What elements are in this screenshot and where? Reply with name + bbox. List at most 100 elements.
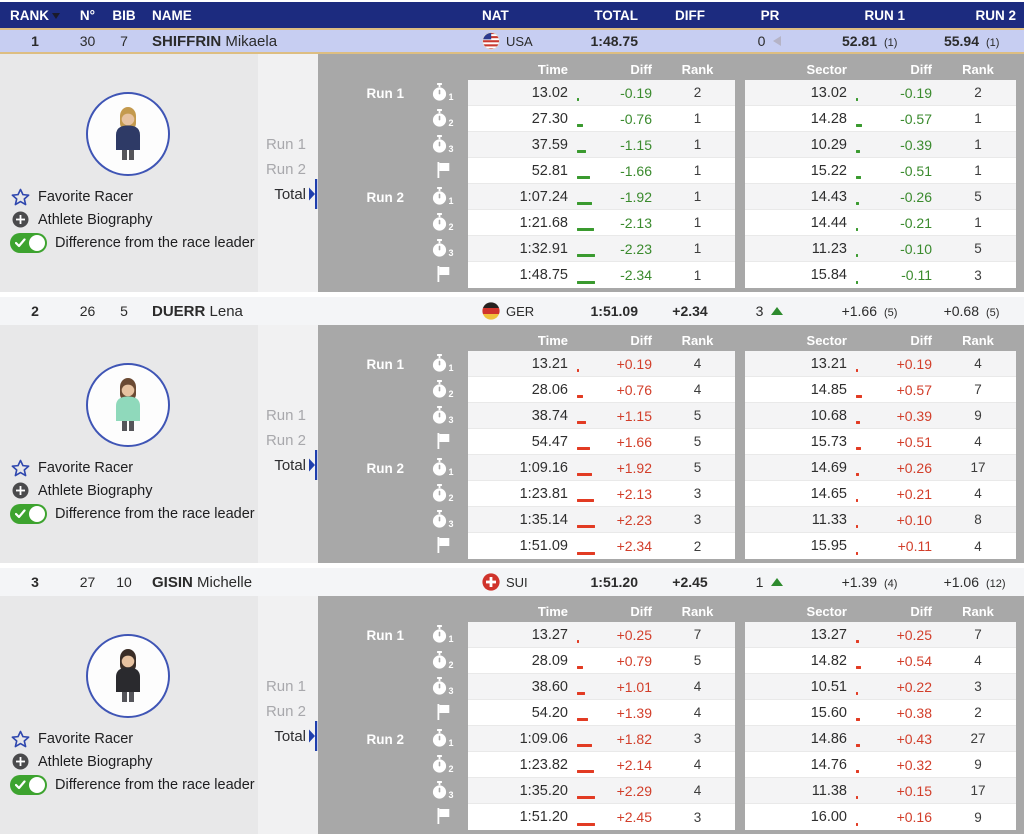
flag-usa-icon <box>482 32 500 50</box>
run-label <box>318 403 418 429</box>
column-header-rank[interactable]: RANK <box>0 8 70 23</box>
sector-diff: +0.43 <box>870 726 940 752</box>
athlete-biography-button[interactable]: Athlete Biography <box>10 482 255 499</box>
athlete-info-panel: Favorite Racer Athlete Biography Differe… <box>0 54 258 292</box>
table-gap <box>735 184 745 210</box>
run-label <box>318 674 418 700</box>
time-diff-bar <box>576 778 595 804</box>
racer-positions-gained: 1 <box>730 574 810 590</box>
racer-bib: 5 <box>120 303 128 319</box>
toggle-on-icon[interactable] <box>10 504 47 524</box>
nav-run2[interactable]: Run 2 <box>266 432 306 449</box>
nav-run1[interactable]: Run 1 <box>266 407 306 424</box>
toggle-on-icon[interactable] <box>10 233 47 253</box>
racer-run2-result: 55.94 (1) <box>943 33 1000 49</box>
pr-collapse-icon <box>772 35 782 47</box>
split-time-diff: -2.34 <box>595 262 660 288</box>
sector-rank: 1 <box>940 106 1016 132</box>
sector-diff: +0.57 <box>870 377 940 403</box>
column-header-run2: RUN 2 <box>975 7 1016 23</box>
sector-diff-bar <box>855 377 870 403</box>
racer-summary-row[interactable]: 1 30 7 SHIFFRIN Mikaela USA 1:48.75 0 52… <box>0 28 1024 54</box>
splits-header-time: Time <box>537 332 568 348</box>
run-label <box>318 377 418 403</box>
nav-total[interactable]: Total <box>274 450 318 480</box>
run-label: Run 2 <box>366 189 404 205</box>
column-header-bib: BIB <box>112 7 136 23</box>
difference-toggle-row[interactable]: Difference from the race leader <box>10 233 255 253</box>
nav-total[interactable]: Total <box>274 179 318 209</box>
split-time-rank: 3 <box>660 804 735 830</box>
sector-rank: 17 <box>940 778 1016 804</box>
racer-total-time: 1:51.09 <box>590 303 638 319</box>
nav-total[interactable]: Total <box>274 721 318 751</box>
splits-table: Time Diff Rank Sector Diff Rank Run 1 1 … <box>318 54 1024 292</box>
athlete-biography-label: Athlete Biography <box>38 753 153 770</box>
time-diff-bar <box>576 262 595 288</box>
split-time-diff: +1.39 <box>595 700 660 726</box>
sector-diff: -0.26 <box>870 184 940 210</box>
run-label <box>318 533 418 559</box>
sector-rank: 5 <box>940 184 1016 210</box>
finish-flag-icon <box>418 262 468 288</box>
sector-time: 15.22 <box>745 158 855 184</box>
sector-time: 14.65 <box>745 481 855 507</box>
athlete-biography-button[interactable]: Athlete Biography <box>10 753 255 770</box>
run-label <box>318 507 418 533</box>
sector-diff-bar <box>855 778 870 804</box>
racer-summary-row[interactable]: 3 27 10 GISIN Michelle SUI 1:51.20 +2.45… <box>0 567 1024 596</box>
favorite-racer-button[interactable]: Favorite Racer <box>10 730 255 748</box>
view-selector: Run 1 Run 2 Total <box>258 325 318 563</box>
time-diff-bar <box>576 429 595 455</box>
split-time-rank: 4 <box>660 700 735 726</box>
split-time: 1:23.82 <box>468 752 576 778</box>
difference-toggle-row[interactable]: Difference from the race leader <box>10 504 255 524</box>
split-time-diff: +2.29 <box>595 778 660 804</box>
split-time-diff: +0.76 <box>595 377 660 403</box>
sector-rank: 3 <box>940 674 1016 700</box>
split-time-diff: -2.23 <box>595 236 660 262</box>
favorite-racer-button[interactable]: Favorite Racer <box>10 188 255 206</box>
favorite-racer-button[interactable]: Favorite Racer <box>10 459 255 477</box>
nav-run2[interactable]: Run 2 <box>266 161 306 178</box>
sector-diff: -0.19 <box>870 80 940 106</box>
pr-up-icon <box>770 577 784 587</box>
racer-name: DUERR Lena <box>152 302 243 320</box>
split-time-rank: 1 <box>660 158 735 184</box>
splits-header-rank: Rank <box>681 332 714 348</box>
athlete-biography-button[interactable]: Athlete Biography <box>10 211 255 228</box>
time-diff-bar <box>576 236 595 262</box>
difference-toggle-row[interactable]: Difference from the race leader <box>10 775 255 795</box>
split-time-diff: +1.01 <box>595 674 660 700</box>
nav-run1[interactable]: Run 1 <box>266 136 306 153</box>
sector-rank: 1 <box>940 210 1016 236</box>
time-diff-bar <box>576 674 595 700</box>
athlete-photo <box>86 92 170 176</box>
sector-diff-bar <box>855 455 870 481</box>
split-time: 1:48.75 <box>468 262 576 288</box>
split-time: 52.81 <box>468 158 576 184</box>
toggle-on-icon[interactable] <box>10 775 47 795</box>
stopwatch-3-icon: 3 <box>418 778 468 804</box>
racer-summary-row[interactable]: 2 26 5 DUERR Lena GER 1:51.09 +2.34 3 +1… <box>0 296 1024 325</box>
split-time-diff: +1.66 <box>595 429 660 455</box>
run-label <box>318 262 418 288</box>
sector-diff: -0.10 <box>870 236 940 262</box>
sector-time: 14.69 <box>745 455 855 481</box>
nav-run1[interactable]: Run 1 <box>266 678 306 695</box>
sector-rank: 4 <box>940 351 1016 377</box>
table-gap <box>735 674 745 700</box>
nav-run2[interactable]: Run 2 <box>266 703 306 720</box>
racer-list: 1 30 7 SHIFFRIN Mikaela USA 1:48.75 0 52… <box>0 28 1024 834</box>
finish-flag-icon <box>418 700 468 726</box>
split-time-diff: +2.13 <box>595 481 660 507</box>
run-label <box>318 236 418 262</box>
sector-time: 10.29 <box>745 132 855 158</box>
sector-rank: 1 <box>940 132 1016 158</box>
split-time: 1:21.68 <box>468 210 576 236</box>
split-time-diff: -1.66 <box>595 158 660 184</box>
time-diff-bar <box>576 184 595 210</box>
run-label <box>318 429 418 455</box>
table-gap <box>735 429 745 455</box>
stopwatch-2-icon: 2 <box>418 648 468 674</box>
